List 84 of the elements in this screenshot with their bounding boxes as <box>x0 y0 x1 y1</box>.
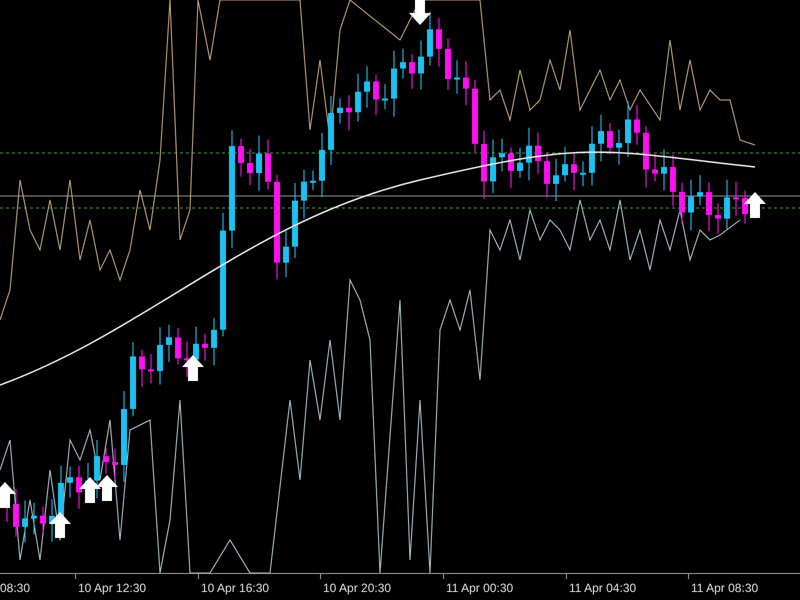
up-arrow-icon <box>182 355 204 381</box>
candlestick <box>319 132 325 198</box>
candlestick <box>175 327 181 366</box>
candlestick <box>553 158 559 202</box>
candlestick <box>139 349 145 388</box>
up-arrow-icon <box>744 192 766 218</box>
axis-label: 10 Apr 20:30 <box>323 580 392 597</box>
candlestick <box>661 148 667 191</box>
candlestick <box>283 230 289 278</box>
candlestick <box>652 154 658 182</box>
candlestick <box>445 38 451 90</box>
axis-label: 08:30 <box>0 580 30 597</box>
candlestick <box>355 73 361 122</box>
candlestick <box>535 132 541 174</box>
candlestick <box>391 50 397 118</box>
candlestick <box>697 174 703 206</box>
down-arrow-icon <box>409 0 431 25</box>
candlestick <box>202 333 208 362</box>
candlestick <box>454 60 460 94</box>
candlestick <box>148 354 154 384</box>
candlestick <box>724 179 730 230</box>
candlestick <box>40 506 46 534</box>
candlestick <box>436 18 442 68</box>
candlestick <box>157 326 163 386</box>
candlestick <box>499 138 505 172</box>
candlestick <box>616 128 622 166</box>
candlestick <box>400 48 406 80</box>
axis-label: 11 Apr 00:30 <box>446 580 514 597</box>
candlestick <box>247 148 253 186</box>
candlestick <box>211 317 217 366</box>
axis-label: 11 Apr 08:30 <box>691 580 758 597</box>
candlestick <box>76 465 82 510</box>
candlestick <box>22 500 28 543</box>
candlestick <box>418 40 424 90</box>
candlestick <box>31 502 37 535</box>
candlestick <box>112 448 118 480</box>
candlestick <box>526 127 532 181</box>
candlestick <box>382 84 388 110</box>
candlestick <box>301 169 307 220</box>
candlestick <box>481 130 487 200</box>
candlestick <box>238 138 244 178</box>
candlestick <box>733 181 739 216</box>
candlestick <box>715 202 721 234</box>
axis-label: 10 Apr 12:30 <box>78 580 146 597</box>
candlestick <box>634 104 640 146</box>
candlestick <box>544 152 550 198</box>
candlestick <box>580 161 586 187</box>
axis-label: 11 Apr 04:30 <box>569 580 636 597</box>
candlestick <box>679 182 685 224</box>
candlestick <box>67 466 73 498</box>
candlestick <box>508 146 514 188</box>
candlestick <box>94 439 100 499</box>
up-arrow-icon <box>49 512 71 538</box>
candlestick <box>742 190 748 224</box>
candlestick <box>607 122 613 156</box>
candlestick <box>265 139 271 190</box>
up-arrow-icon <box>96 475 118 501</box>
candlestick <box>643 126 649 188</box>
up-arrow-icon <box>0 482 16 508</box>
candlestick <box>346 94 352 131</box>
candlestick <box>409 54 415 90</box>
candlestick <box>490 138 496 194</box>
candlestick <box>670 154 676 207</box>
candlestick <box>328 96 334 166</box>
up-arrow-icon <box>79 477 101 503</box>
candlestick <box>103 448 109 474</box>
candlestick <box>562 146 568 182</box>
candlestick <box>571 153 577 191</box>
candlestick <box>364 66 370 108</box>
candlestick <box>256 135 262 192</box>
axis-label: 10 Apr 16:30 <box>201 580 270 597</box>
candlestick <box>706 182 712 232</box>
candlestick <box>310 170 316 191</box>
candlestick <box>13 488 19 538</box>
candlestick <box>337 98 343 124</box>
candlestick <box>373 74 379 116</box>
candlestick <box>589 126 595 186</box>
candlestick <box>463 60 469 106</box>
candlestick <box>688 179 694 231</box>
candlestick <box>427 11 433 66</box>
candlestick <box>166 324 172 363</box>
candlestick <box>598 114 604 162</box>
candlestick <box>625 100 631 158</box>
candlestick <box>517 147 523 178</box>
